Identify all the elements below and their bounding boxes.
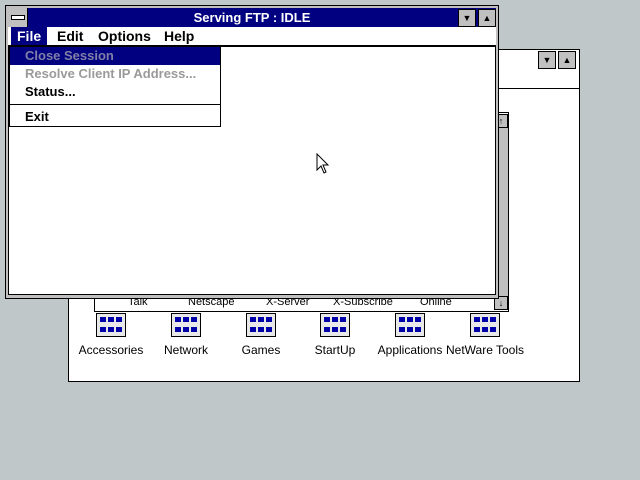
program-group-icon	[171, 313, 201, 337]
file-menu-dropdown: Close Session Resolve Client IP Address.…	[9, 46, 221, 127]
menu-separator	[10, 104, 220, 105]
arrow-down-icon: ↓	[498, 298, 504, 308]
ftp-minimize-button[interactable]: ▼	[458, 9, 476, 27]
minimize-icon: ▼	[542, 54, 552, 65]
group-icon-netware-tools[interactable]: NetWare Tools	[440, 313, 530, 357]
maximize-icon: ▲	[482, 12, 492, 23]
arrow-up-icon: ↑	[498, 116, 504, 126]
system-menu-icon	[10, 15, 25, 20]
system-menu-button[interactable]	[8, 8, 28, 27]
menu-item-exit[interactable]: Exit	[10, 108, 220, 126]
program-group-icon	[395, 313, 425, 337]
maximize-icon: ▲	[562, 54, 572, 65]
arrow-cursor-icon	[316, 153, 330, 174]
program-group-icon	[96, 313, 126, 337]
program-group-icon	[246, 313, 276, 337]
program-group-icon	[470, 313, 500, 337]
ftp-maximize-button[interactable]: ▲	[478, 9, 496, 27]
program-group-icon	[320, 313, 350, 337]
program-manager-menu-bar	[497, 70, 579, 89]
menu-item-status[interactable]: Status...	[10, 83, 220, 101]
menu-options[interactable]: Options	[92, 27, 157, 45]
window-title: Serving FTP : IDLE	[193, 10, 311, 25]
group-icon-label: NetWare Tools	[445, 343, 525, 357]
menu-item-close-session[interactable]: Close Session	[10, 47, 220, 65]
ftp-title-bar[interactable]: Serving FTP : IDLE	[8, 8, 496, 27]
pm-minimize-button[interactable]: ▼	[538, 51, 556, 69]
menu-help[interactable]: Help	[158, 27, 200, 45]
menu-item-resolve-client-ip[interactable]: Resolve Client IP Address...	[10, 65, 220, 83]
minimize-icon: ▼	[462, 12, 472, 23]
menu-edit[interactable]: Edit	[51, 27, 89, 45]
menu-file[interactable]: File	[11, 27, 48, 45]
pm-maximize-button[interactable]: ▲	[558, 51, 576, 69]
ftp-menu-bar: File Edit Options Help	[8, 27, 496, 46]
